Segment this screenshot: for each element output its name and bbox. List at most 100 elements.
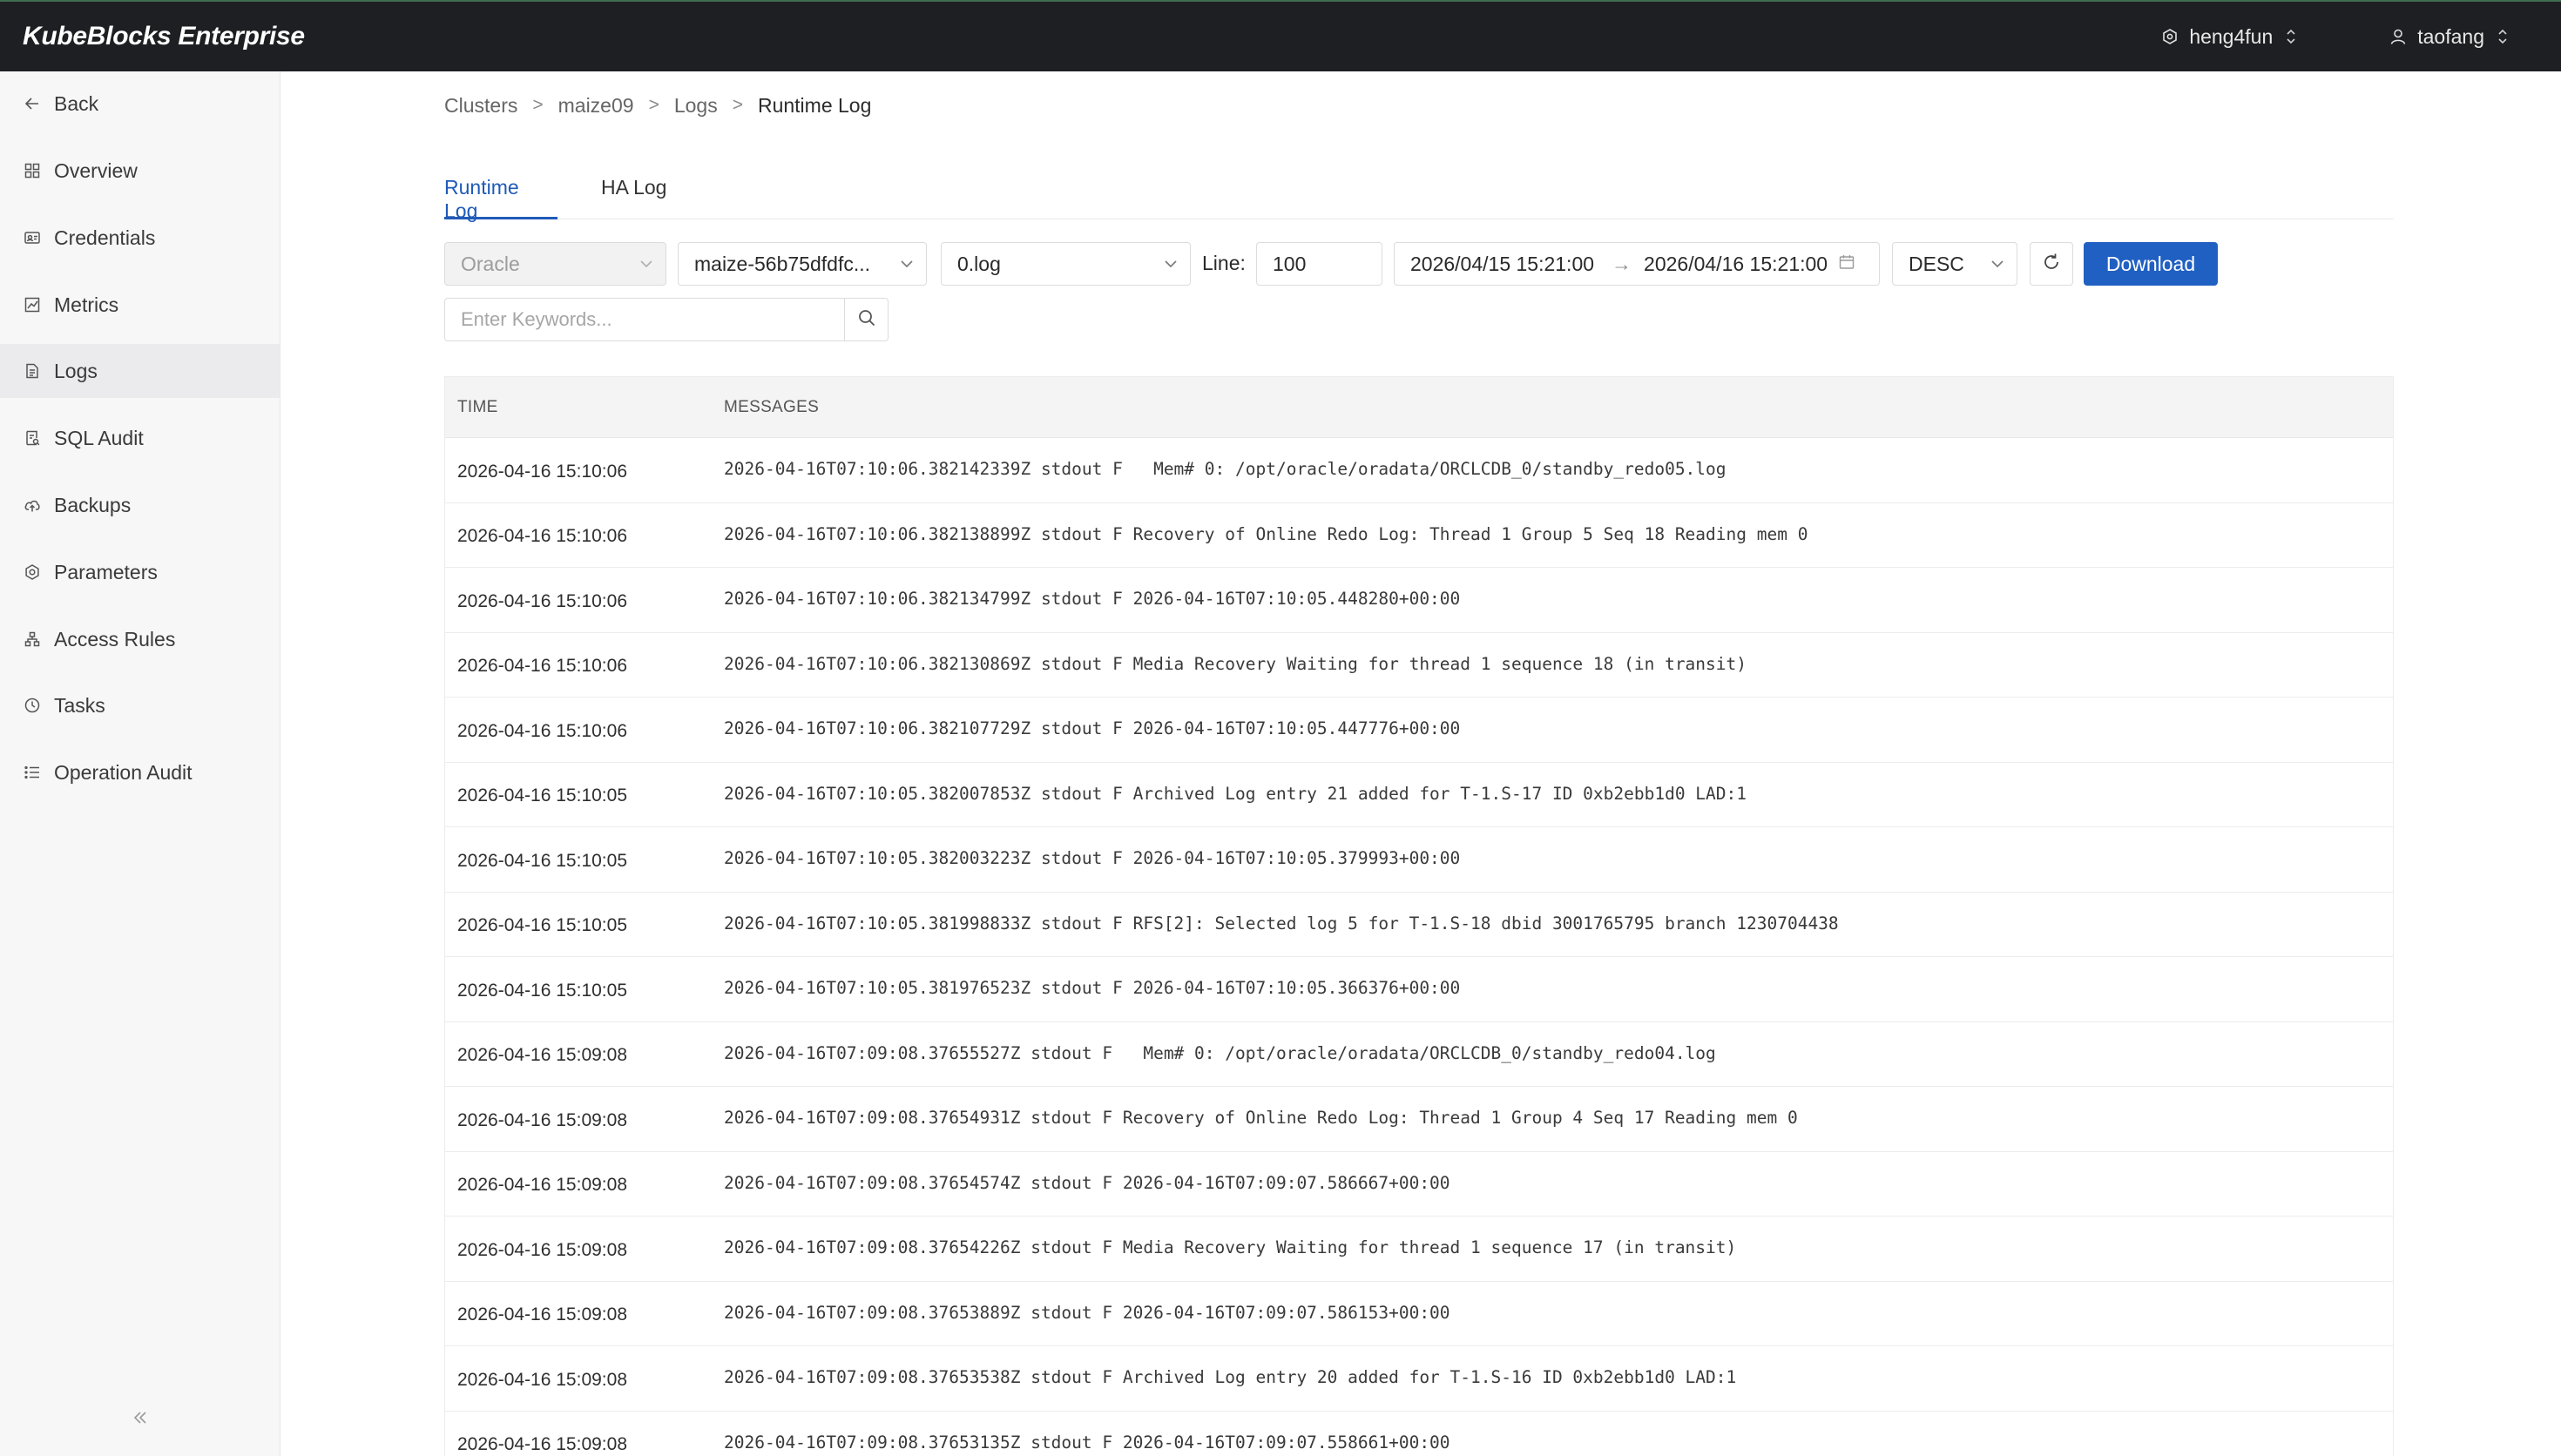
log-message-cell: 2026-04-16T07:10:06.382138899Z stdout F … <box>724 523 1808 544</box>
log-message-cell: 2026-04-16T07:09:08.37653135Z stdout F 2… <box>724 1432 1450 1453</box>
log-time-cell: 2026-04-16 15:09:08 <box>457 1304 627 1325</box>
search-input[interactable] <box>445 299 844 340</box>
log-file-select[interactable]: 0.log <box>941 242 1191 286</box>
breadcrumb-clusters[interactable]: Clusters <box>444 94 517 118</box>
user-icon <box>2389 28 2407 45</box>
list-icon <box>23 763 42 782</box>
end-time[interactable]: 2026/04/16 15:21:00 <box>1644 253 1828 276</box>
clock-icon <box>23 696 42 715</box>
sidebar-item-label: Backups <box>54 493 132 516</box>
chevron-down-icon <box>1152 260 1190 268</box>
sidebar-item-parameters[interactable]: Parameters <box>0 545 280 599</box>
sidebar-item-backups[interactable]: Backups <box>0 478 280 532</box>
table-row: 2026-04-16 15:10:05 2026-04-16T07:10:05.3… <box>445 827 2393 893</box>
sidebar-item-access-rules[interactable]: Access Rules <box>0 612 280 666</box>
log-time-cell: 2026-04-16 15:10:05 <box>457 850 627 871</box>
breadcrumb-logs[interactable]: Logs <box>674 94 718 118</box>
tab-runtime-log[interactable]: Runtime Log <box>444 171 557 222</box>
user-menu[interactable]: taofang <box>2389 25 2509 49</box>
log-message-cell: 2026-04-16T07:10:05.382007853Z stdout F … <box>724 783 1747 804</box>
breadcrumb: Clusters > maize09 > Logs > Runtime Log <box>444 92 871 118</box>
table-row: 2026-04-16 15:09:08 2026-04-16T07:09:08.3… <box>445 1022 2393 1087</box>
log-message-cell: 2026-04-16T07:09:08.37655527Z stdout F M… <box>724 1042 1716 1063</box>
line-count-value: 100 <box>1273 252 1307 275</box>
sidebar-item-label: Parameters <box>54 560 158 583</box>
table-row: 2026-04-16 15:09:08 2026-04-16T07:09:08.3… <box>445 1152 2393 1217</box>
log-time-cell: 2026-04-16 15:10:06 <box>457 590 627 611</box>
cloud-upload-icon <box>23 495 42 515</box>
breadcrumb-current: Runtime Log <box>757 93 872 117</box>
log-message-cell: 2026-04-16T07:10:06.382107729Z stdout F … <box>724 718 1461 739</box>
sidebar-item-label: Back <box>54 91 99 115</box>
sidebar-item-sql-audit[interactable]: SQL Audit <box>0 411 280 465</box>
start-time[interactable]: 2026/04/15 15:21:00 <box>1395 253 1594 276</box>
sort-order-select[interactable]: DESC <box>1892 242 2017 286</box>
sidebar-item-label: Credentials <box>54 226 156 249</box>
log-time-cell: 2026-04-16 15:10:06 <box>457 656 627 677</box>
arrow-left-icon <box>23 94 42 113</box>
log-message-cell: 2026-04-16T07:10:06.382142339Z stdout F … <box>724 459 1726 480</box>
sidebar-item-logs[interactable]: Logs <box>0 344 280 398</box>
engine-select-value: Oracle <box>461 252 520 275</box>
top-bar: KubeBlocks Enterprise heng4fun taofang <box>0 0 2561 71</box>
breadcrumb-cluster[interactable]: maize09 <box>558 94 634 118</box>
id-card-icon <box>23 228 42 247</box>
sidebar-item-operation-audit[interactable]: Operation Audit <box>0 745 280 799</box>
table-row: 2026-04-16 15:10:06 2026-04-16T07:10:06.3… <box>445 438 2393 503</box>
log-time-cell: 2026-04-16 15:10:06 <box>457 720 627 741</box>
line-count-input[interactable]: 100 <box>1256 242 1382 286</box>
file-icon <box>23 361 42 381</box>
table-header: TIME MESSAGES <box>445 377 2393 438</box>
breadcrumb-separator: > <box>532 95 544 115</box>
sidebar-item-label: Overview <box>54 158 138 182</box>
breadcrumb-separator: > <box>732 95 743 115</box>
log-message-cell: 2026-04-16T07:09:08.37654574Z stdout F 2… <box>724 1172 1450 1193</box>
gear-icon <box>23 563 42 582</box>
chart-icon <box>23 295 42 314</box>
log-time-cell: 2026-04-16 15:10:05 <box>457 785 627 806</box>
engine-select[interactable]: Oracle <box>444 242 666 286</box>
log-file-select-value: 0.log <box>957 252 1001 275</box>
time-range-picker[interactable]: 2026/04/15 15:21:00 → 2026/04/16 15:21:0… <box>1394 242 1880 286</box>
log-message-cell: 2026-04-16T07:09:08.37654226Z stdout F M… <box>724 1237 1737 1258</box>
table-row: 2026-04-16 15:09:08 2026-04-16T07:09:08.3… <box>445 1087 2393 1152</box>
log-message-cell: 2026-04-16T07:10:06.382130869Z stdout F … <box>724 653 1747 674</box>
namespace-switcher[interactable]: heng4fun <box>2161 25 2297 49</box>
log-time-cell: 2026-04-16 15:10:05 <box>457 915 627 936</box>
log-message-cell: 2026-04-16T07:09:08.37654931Z stdout F R… <box>724 1108 1798 1129</box>
sidebar-item-label: Access Rules <box>54 627 176 650</box>
sidebar-item-back[interactable]: Back <box>0 77 280 131</box>
sort-order-value: DESC <box>1909 252 1964 275</box>
search-button[interactable] <box>844 299 888 340</box>
pod-select[interactable]: maize-56b75dfdfc... <box>678 242 927 286</box>
log-time-cell: 2026-04-16 15:09:08 <box>457 1109 627 1130</box>
refresh-button[interactable] <box>2030 242 2073 286</box>
chevron-updown-icon <box>2285 27 2297 46</box>
collapse-sidebar-button[interactable] <box>128 1407 152 1432</box>
sidebar-item-tasks[interactable]: Tasks <box>0 678 280 732</box>
column-header-messages: MESSAGES <box>724 397 820 416</box>
sidebar-item-metrics[interactable]: Metrics <box>0 278 280 332</box>
search-icon <box>857 308 876 332</box>
tab-ha-log[interactable]: HA Log <box>601 171 666 219</box>
user-label: taofang <box>2417 24 2484 48</box>
log-message-cell: 2026-04-16T07:10:05.381976523Z stdout F … <box>724 978 1461 999</box>
sidebar: Back Overview Credentials Metrics Logs S… <box>0 71 280 1456</box>
brand-logo[interactable]: KubeBlocks Enterprise <box>23 22 305 51</box>
line-label: Line: <box>1202 252 1246 274</box>
download-button[interactable]: Download <box>2084 242 2218 286</box>
grid-icon <box>23 161 42 180</box>
log-time-cell: 2026-04-16 15:09:08 <box>457 1369 627 1390</box>
table-row: 2026-04-16 15:09:08 2026-04-16T07:09:08.3… <box>445 1282 2393 1346</box>
log-message-cell: 2026-04-16T07:09:08.37653538Z stdout F A… <box>724 1367 1737 1388</box>
calendar-icon <box>1838 253 1855 276</box>
log-message-cell: 2026-04-16T07:10:06.382134799Z stdout F … <box>724 589 1461 610</box>
namespace-label: heng4fun <box>2189 24 2274 48</box>
log-time-cell: 2026-04-16 15:09:08 <box>457 1045 627 1066</box>
log-table: TIME MESSAGES 2026-04-16 15:10:06 2026-04… <box>444 376 2394 1456</box>
log-tabs: Runtime Log HA Log <box>444 171 2394 222</box>
refresh-icon <box>2041 252 2062 277</box>
sidebar-item-credentials[interactable]: Credentials <box>0 211 280 265</box>
table-row: 2026-04-16 15:10:06 2026-04-16T07:10:06.3… <box>445 633 2393 698</box>
sidebar-item-overview[interactable]: Overview <box>0 144 280 198</box>
